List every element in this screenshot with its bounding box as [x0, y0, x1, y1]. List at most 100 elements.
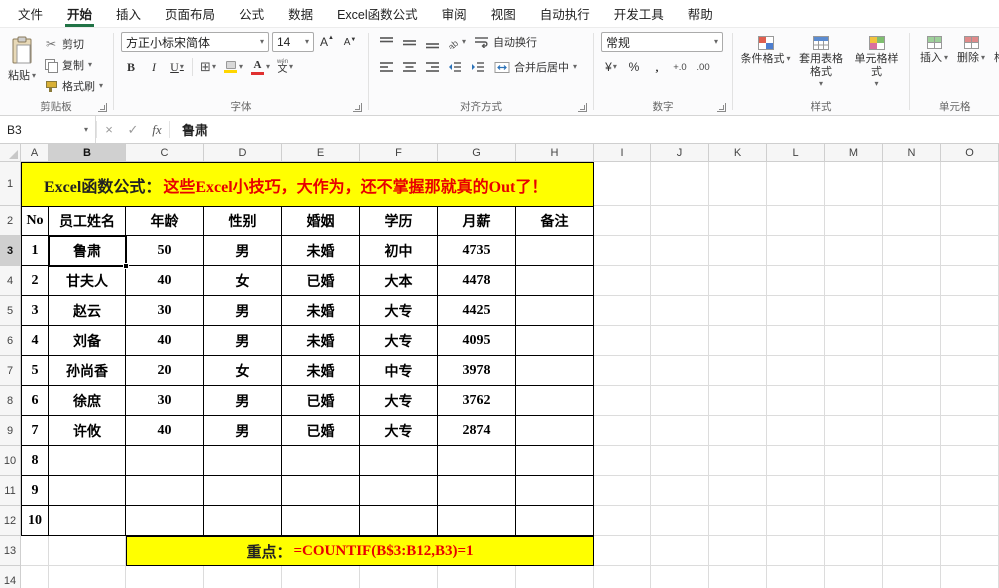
cell-K1[interactable]: [709, 162, 767, 206]
cell-N13[interactable]: [883, 536, 941, 566]
cell-K11[interactable]: [709, 476, 767, 506]
cell-L4[interactable]: [767, 266, 825, 296]
cell-N2[interactable]: [883, 206, 941, 236]
cell-O1[interactable]: [941, 162, 999, 206]
column-header-L[interactable]: L: [767, 144, 825, 162]
cell-M14[interactable]: [825, 566, 883, 588]
cell-K3[interactable]: [709, 236, 767, 266]
delete-cells-button[interactable]: 删除 ▾: [954, 32, 988, 98]
cell-C10[interactable]: [126, 446, 204, 476]
cell-M4[interactable]: [825, 266, 883, 296]
menu-tab-review[interactable]: 审阅: [430, 0, 479, 27]
cell-B6[interactable]: 刘备: [49, 326, 126, 356]
orientation-button[interactable]: ab ▾: [445, 32, 468, 52]
cell-O6[interactable]: [941, 326, 999, 356]
cell-M5[interactable]: [825, 296, 883, 326]
cell-N9[interactable]: [883, 416, 941, 446]
decrease-decimal-button[interactable]: .00: [693, 57, 713, 77]
cell-F8[interactable]: 大专: [360, 386, 438, 416]
cell-M13[interactable]: [825, 536, 883, 566]
cell-E2[interactable]: 婚姻: [282, 206, 360, 236]
cell-A5[interactable]: 3: [21, 296, 49, 326]
cell-O9[interactable]: [941, 416, 999, 446]
cell-O10[interactable]: [941, 446, 999, 476]
cell-H14[interactable]: [516, 566, 594, 588]
cell-D3[interactable]: 男: [204, 236, 282, 266]
cell-H2[interactable]: 备注: [516, 206, 594, 236]
font-name-select[interactable]: 方正小标宋简体 ▾: [121, 32, 269, 52]
cell-F7[interactable]: 中专: [360, 356, 438, 386]
row-header-13[interactable]: 13: [0, 536, 21, 566]
cell-N12[interactable]: [883, 506, 941, 536]
font-color-button[interactable]: A ▾: [248, 57, 272, 77]
cell-H8[interactable]: [516, 386, 594, 416]
cell-A3[interactable]: 1: [21, 236, 49, 266]
cell-G4[interactable]: 4478: [438, 266, 516, 296]
cell-I7[interactable]: [594, 356, 651, 386]
row-header-10[interactable]: 10: [0, 446, 21, 476]
cell-H4[interactable]: [516, 266, 594, 296]
cell-styles-button[interactable]: 单元格样式 ▾: [851, 32, 902, 98]
column-header-G[interactable]: G: [438, 144, 516, 162]
column-header-C[interactable]: C: [126, 144, 204, 162]
cell-C11[interactable]: [126, 476, 204, 506]
cell-G9[interactable]: 2874: [438, 416, 516, 446]
cell-F10[interactable]: [360, 446, 438, 476]
menu-tab-help[interactable]: 帮助: [676, 0, 725, 27]
cell-C9[interactable]: 40: [126, 416, 204, 446]
cell-N5[interactable]: [883, 296, 941, 326]
row-header-7[interactable]: 7: [0, 356, 21, 386]
cell-F4[interactable]: 大本: [360, 266, 438, 296]
cell-K7[interactable]: [709, 356, 767, 386]
cell-F11[interactable]: [360, 476, 438, 506]
column-header-H[interactable]: H: [516, 144, 594, 162]
row-header-14[interactable]: 14: [0, 566, 21, 588]
font-dialog-launcher-icon[interactable]: [353, 103, 362, 112]
cell-L11[interactable]: [767, 476, 825, 506]
cell-E14[interactable]: [282, 566, 360, 588]
cell-M3[interactable]: [825, 236, 883, 266]
cell-O14[interactable]: [941, 566, 999, 588]
column-header-I[interactable]: I: [594, 144, 651, 162]
align-center-button[interactable]: [399, 57, 419, 77]
cell-N3[interactable]: [883, 236, 941, 266]
decrease-font-button[interactable]: A▼: [340, 32, 360, 52]
cell-E10[interactable]: [282, 446, 360, 476]
cell-H9[interactable]: [516, 416, 594, 446]
menu-tab-file[interactable]: 文件: [6, 0, 55, 27]
column-header-J[interactable]: J: [651, 144, 709, 162]
cell-F6[interactable]: 大专: [360, 326, 438, 356]
cell-G6[interactable]: 4095: [438, 326, 516, 356]
menu-tab-developer[interactable]: 开发工具: [602, 0, 676, 27]
name-box[interactable]: B3 ▾: [0, 116, 96, 143]
cell-B2[interactable]: 员工姓名: [49, 206, 126, 236]
cell-E3[interactable]: 未婚: [282, 236, 360, 266]
cell-N1[interactable]: [883, 162, 941, 206]
cell-M12[interactable]: [825, 506, 883, 536]
column-header-F[interactable]: F: [360, 144, 438, 162]
column-header-D[interactable]: D: [204, 144, 282, 162]
italic-button[interactable]: I: [144, 57, 164, 77]
cell-C6[interactable]: 40: [126, 326, 204, 356]
font-size-select[interactable]: 14 ▾: [272, 32, 314, 52]
cell-I3[interactable]: [594, 236, 651, 266]
cell-M6[interactable]: [825, 326, 883, 356]
cell-B3[interactable]: 鲁肃: [49, 236, 126, 266]
cell-I2[interactable]: [594, 206, 651, 236]
cell-C4[interactable]: 40: [126, 266, 204, 296]
paste-button[interactable]: 粘贴 ▾: [6, 32, 38, 98]
cell-J2[interactable]: [651, 206, 709, 236]
cell-M10[interactable]: [825, 446, 883, 476]
column-header-B[interactable]: B: [49, 144, 126, 162]
row-header-5[interactable]: 5: [0, 296, 21, 326]
cell-C2[interactable]: 年龄: [126, 206, 204, 236]
alignment-dialog-launcher-icon[interactable]: [578, 103, 587, 112]
row-header-11[interactable]: 11: [0, 476, 21, 506]
cell-I4[interactable]: [594, 266, 651, 296]
cell-N7[interactable]: [883, 356, 941, 386]
cell-M9[interactable]: [825, 416, 883, 446]
cell-E7[interactable]: 未婚: [282, 356, 360, 386]
cell-L14[interactable]: [767, 566, 825, 588]
column-header-E[interactable]: E: [282, 144, 360, 162]
row-header-8[interactable]: 8: [0, 386, 21, 416]
